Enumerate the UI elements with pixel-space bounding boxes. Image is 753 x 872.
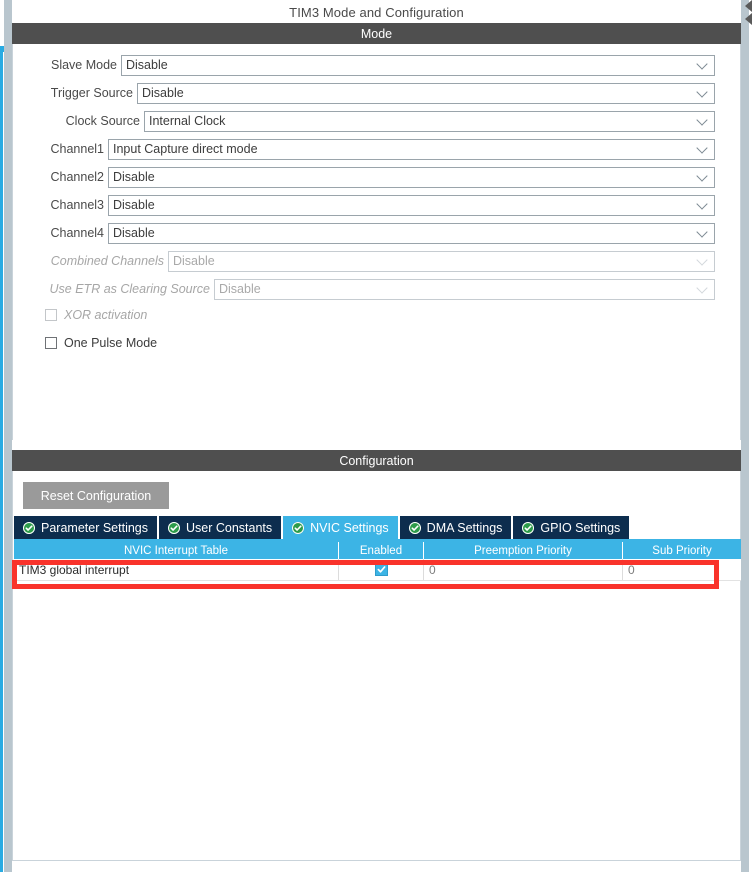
field-label: Channel4 bbox=[50, 226, 104, 240]
chevron-down-icon bbox=[696, 142, 708, 154]
enabled-cell[interactable] bbox=[339, 559, 424, 580]
tab-nvic-settings[interactable]: NVIC Settings bbox=[283, 516, 398, 539]
field-row: Channel4 Disable bbox=[46, 222, 715, 244]
field-row: Combined Channels Disable bbox=[46, 250, 715, 272]
enabled-checkbox[interactable] bbox=[374, 563, 388, 576]
triangle-up-icon[interactable] bbox=[745, 0, 752, 12]
field-label: Channel1 bbox=[50, 142, 104, 156]
tab-parameter-settings[interactable]: Parameter Settings bbox=[14, 516, 157, 539]
dropdown-value: Disable bbox=[113, 198, 155, 212]
window-title-bar: TIM3 Mode and Configuration bbox=[12, 0, 741, 24]
tab-gpio-settings[interactable]: GPIO Settings bbox=[513, 516, 630, 539]
mode-section-header: Mode bbox=[12, 23, 741, 44]
page-title: TIM3 Mode and Configuration bbox=[289, 4, 464, 20]
checkbox-row[interactable]: One Pulse Mode bbox=[45, 336, 157, 350]
mode-panel: Slave Mode Disable Trigger Source Disable Cl… bbox=[12, 44, 741, 440]
dropdown-trigger-source[interactable]: Disable bbox=[137, 82, 715, 104]
right-gutter bbox=[741, 0, 749, 872]
dropdown-slave-mode[interactable]: Disable bbox=[121, 54, 715, 76]
dropdown-value: Internal Clock bbox=[149, 114, 226, 128]
checkbox-one-pulse-mode[interactable] bbox=[45, 337, 57, 349]
preemption-priority-cell[interactable]: 0 bbox=[424, 559, 623, 580]
tab-dma-settings[interactable]: DMA Settings bbox=[399, 516, 512, 539]
field-label: Clock Source bbox=[65, 114, 140, 128]
table-header-row: NVIC Interrupt Table Enabled Preemption Pr… bbox=[14, 542, 741, 559]
table-row[interactable]: TIM3 global interrupt 0 0 bbox=[14, 559, 741, 581]
field-label: Use ETR as Clearing Source bbox=[49, 282, 210, 296]
settings-tabstrip: Parameter Settings User Constants NVIC Set… bbox=[14, 516, 631, 539]
configuration-section-header: Configuration bbox=[12, 450, 741, 471]
chevron-down-icon bbox=[696, 226, 708, 238]
green-check-icon bbox=[408, 521, 421, 534]
column-header: NVIC Interrupt Table bbox=[14, 542, 339, 559]
chevron-down-icon bbox=[696, 114, 708, 126]
checkbox-row: XOR activation bbox=[45, 308, 147, 322]
chevron-down-icon bbox=[696, 254, 708, 266]
chevron-down-icon bbox=[696, 198, 708, 210]
dropdown-channel4[interactable]: Disable bbox=[108, 222, 715, 244]
tim3-configuration-window: TIM3 Mode and Configuration Mode Slave M… bbox=[0, 0, 753, 872]
checkbox-label: XOR activation bbox=[64, 308, 148, 322]
green-check-icon bbox=[292, 521, 305, 534]
table-body: TIM3 global interrupt 0 0 bbox=[14, 559, 741, 581]
dropdown-value: Disable bbox=[142, 86, 184, 100]
left-accent-bar bbox=[0, 46, 3, 872]
dropdown-value: Input Capture direct mode bbox=[113, 142, 258, 156]
right-edge-strip bbox=[749, 0, 753, 872]
field-row: Trigger Source Disable bbox=[46, 82, 715, 104]
dropdown-clock-source[interactable]: Internal Clock bbox=[144, 110, 715, 132]
dropdown-value: Disable bbox=[113, 170, 155, 184]
checkbox-label: One Pulse Mode bbox=[64, 336, 158, 350]
field-label: Combined Channels bbox=[50, 254, 164, 268]
checkbox-xor-activation bbox=[45, 309, 57, 321]
field-label: Trigger Source bbox=[50, 86, 133, 100]
field-row: Use ETR as Clearing Source Disable bbox=[46, 278, 715, 300]
dropdown-value: Disable bbox=[219, 282, 261, 296]
sub-priority-cell[interactable]: 0 bbox=[623, 559, 741, 580]
chevron-down-icon bbox=[696, 282, 708, 294]
left-gutter bbox=[4, 0, 12, 872]
green-check-icon bbox=[23, 521, 35, 534]
dropdown-channel1[interactable]: Input Capture direct mode bbox=[108, 138, 715, 160]
green-check-icon bbox=[168, 521, 180, 534]
field-label: Slave Mode bbox=[50, 58, 117, 72]
chevron-down-icon bbox=[696, 170, 708, 182]
tab-label: User Constants bbox=[186, 520, 273, 535]
left-accent-tick bbox=[0, 46, 4, 52]
nvic-interrupt-table: NVIC Interrupt Table Enabled Preemption Pr… bbox=[14, 542, 741, 581]
dropdown-value: Disable bbox=[126, 58, 168, 72]
dropdown-value: Disable bbox=[173, 254, 215, 268]
dropdown-channel2[interactable]: Disable bbox=[108, 166, 715, 188]
dropdown-channel3[interactable]: Disable bbox=[108, 194, 715, 216]
column-header: Preemption Priority bbox=[424, 542, 623, 559]
field-label: Channel3 bbox=[50, 198, 104, 212]
column-header: Sub Priority bbox=[652, 544, 712, 557]
field-row: Slave Mode Disable bbox=[46, 54, 715, 76]
green-check-icon bbox=[522, 521, 535, 534]
field-row: Channel2 Disable bbox=[46, 166, 715, 188]
interrupt-name-cell: TIM3 global interrupt bbox=[14, 559, 339, 580]
reset-configuration-button[interactable]: Reset Configuration bbox=[23, 482, 169, 509]
field-row: Channel1 Input Capture direct mode bbox=[46, 138, 715, 160]
tab-label: Parameter Settings bbox=[41, 520, 148, 535]
tab-label: NVIC Settings bbox=[310, 520, 389, 535]
column-header: Enabled bbox=[339, 542, 424, 559]
configuration-section-title: Configuration bbox=[339, 453, 414, 468]
dropdown-value: Disable bbox=[113, 226, 155, 240]
tab-label: DMA Settings bbox=[426, 520, 503, 535]
field-label: Channel2 bbox=[50, 170, 104, 184]
field-row: Channel3 Disable bbox=[46, 194, 715, 216]
dropdown-combined-channels: Disable bbox=[168, 250, 715, 272]
chevron-down-icon bbox=[696, 86, 708, 98]
mode-section-title: Mode bbox=[360, 26, 393, 41]
chevron-down-icon bbox=[696, 58, 708, 70]
triangle-down-icon[interactable] bbox=[745, 13, 752, 25]
configuration-panel: Reset Configuration Parameter Settings Us… bbox=[12, 471, 741, 861]
tab-user-constants[interactable]: User Constants bbox=[159, 516, 282, 539]
dropdown-use-etr-as-clearing-source: Disable bbox=[214, 278, 715, 300]
tab-label: GPIO Settings bbox=[540, 520, 621, 535]
field-row: Clock Source Internal Clock bbox=[46, 110, 715, 132]
